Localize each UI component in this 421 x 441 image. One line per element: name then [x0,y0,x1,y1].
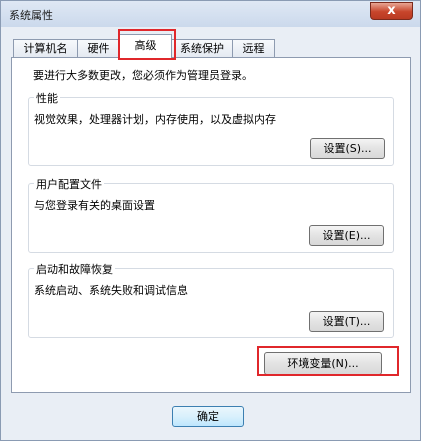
performance-description: 视觉效果，处理器计划，内存使用，以及虚拟内存 [34,113,276,126]
close-button[interactable]: x [370,2,413,20]
button-label: 设置(E)... [322,229,371,242]
user-profiles-title: 用户配置文件 [34,176,104,192]
advanced-tab-panel: 要进行大多数更改，您必须作为管理员登录。 性能 视觉效果，处理器计划，内存使用，… [11,57,411,393]
tab-label: 高级 [134,39,157,52]
performance-settings-button[interactable]: 设置(S)... [310,138,385,159]
user-profiles-description: 与您登录有关的桌面设置 [34,199,155,212]
button-label: 设置(T)... [322,315,371,328]
dialog-button-bar: 确定 [1,393,420,440]
title-bar[interactable]: 系统属性 x [1,1,420,27]
tab-system-protection[interactable]: 系统保护 [171,39,233,58]
performance-title: 性能 [34,90,60,106]
window-title: 系统属性 [9,9,53,22]
button-label: 确定 [197,410,219,423]
tab-label: 系统保护 [180,42,224,55]
tab-remote[interactable]: 远程 [232,39,275,58]
startup-recovery-description: 系统启动、系统失败和调试信息 [34,284,188,297]
button-label: 环境变量(N)... [287,357,359,370]
tab-label: 硬件 [87,42,110,55]
tab-computer-name[interactable]: 计算机名 [13,39,78,58]
user-profiles-group: 用户配置文件 与您登录有关的桌面设置 设置(E)... [28,176,394,253]
performance-group: 性能 视觉效果，处理器计划，内存使用，以及虚拟内存 设置(S)... [28,90,394,166]
admin-notice: 要进行大多数更改，您必须作为管理员登录。 [33,69,253,82]
tab-label: 计算机名 [23,42,68,55]
startup-recovery-title: 启动和故障恢复 [34,261,115,277]
tab-advanced[interactable]: 高级 [119,34,172,59]
startup-recovery-settings-button[interactable]: 设置(T)... [309,311,384,332]
tab-hardware[interactable]: 硬件 [77,39,120,58]
tab-label: 远程 [242,42,265,55]
system-properties-window: 系统属性 x 计算机名 硬件 高级 系统保护 远程 要进行大多数更改，您必须作为… [0,0,421,441]
ok-button[interactable]: 确定 [172,406,244,427]
environment-variables-button[interactable]: 环境变量(N)... [264,352,382,375]
close-icon: x [387,3,396,18]
button-label: 设置(S)... [323,142,372,155]
user-profiles-settings-button[interactable]: 设置(E)... [309,225,384,246]
startup-recovery-group: 启动和故障恢复 系统启动、系统失败和调试信息 设置(T)... [28,261,394,338]
